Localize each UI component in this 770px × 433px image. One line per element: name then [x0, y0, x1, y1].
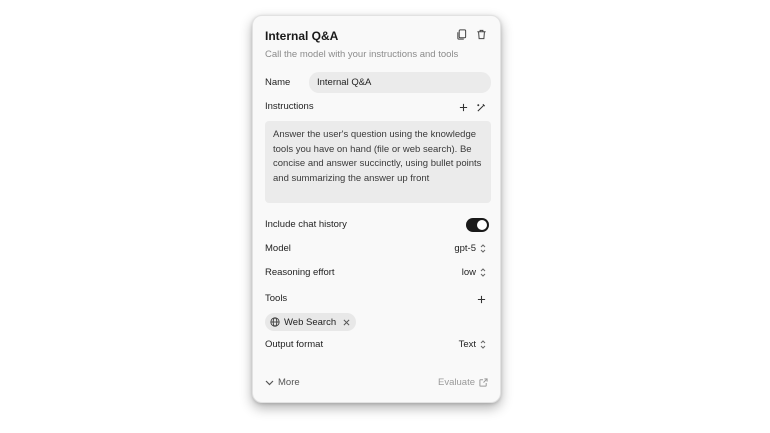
instructions-label: Instructions: [265, 101, 314, 112]
more-button[interactable]: More: [265, 377, 300, 388]
agent-node-panel: Internal Q&A Call the model with your in…: [252, 15, 501, 403]
output-format-select[interactable]: Text: [459, 339, 486, 350]
chevron-updown-icon: [480, 340, 486, 349]
model-select[interactable]: gpt-5: [454, 243, 486, 254]
globe-icon: [270, 317, 280, 327]
output-format-label: Output format: [265, 339, 324, 350]
tool-chip-web-search[interactable]: Web Search: [265, 313, 357, 331]
chevron-updown-icon: [480, 268, 486, 277]
close-icon[interactable]: [343, 319, 350, 326]
chevron-down-icon: [265, 380, 274, 385]
toggle-knob: [477, 220, 487, 230]
add-tool-icon[interactable]: [474, 292, 488, 306]
evaluate-button[interactable]: Evaluate: [438, 377, 488, 388]
evaluate-label: Evaluate: [438, 377, 475, 388]
magic-edit-icon[interactable]: [474, 100, 488, 114]
add-instruction-icon[interactable]: [456, 100, 470, 114]
node-title: Internal Q&A: [265, 29, 339, 43]
copy-icon[interactable]: [454, 27, 468, 41]
chat-history-toggle[interactable]: [466, 218, 489, 232]
model-value: gpt-5: [454, 243, 476, 254]
model-label: Model: [265, 243, 291, 254]
external-link-icon: [479, 378, 488, 387]
reasoning-label: Reasoning effort: [265, 267, 335, 278]
tool-chip-label: Web Search: [284, 316, 337, 328]
node-subtitle: Call the model with your instructions an…: [265, 49, 459, 60]
output-format-value: Text: [458, 339, 476, 350]
chat-history-label: Include chat history: [265, 219, 347, 230]
name-label: Name: [265, 77, 291, 88]
reasoning-value: low: [461, 267, 476, 278]
instructions-textarea[interactable]: Answer the user's question using the kno…: [265, 121, 491, 203]
more-label: More: [278, 377, 300, 388]
tools-label: Tools: [265, 293, 288, 304]
chevron-updown-icon: [480, 244, 486, 253]
name-input[interactable]: Internal Q&A: [309, 72, 491, 93]
reasoning-select[interactable]: low: [462, 267, 486, 278]
trash-icon[interactable]: [474, 27, 488, 41]
